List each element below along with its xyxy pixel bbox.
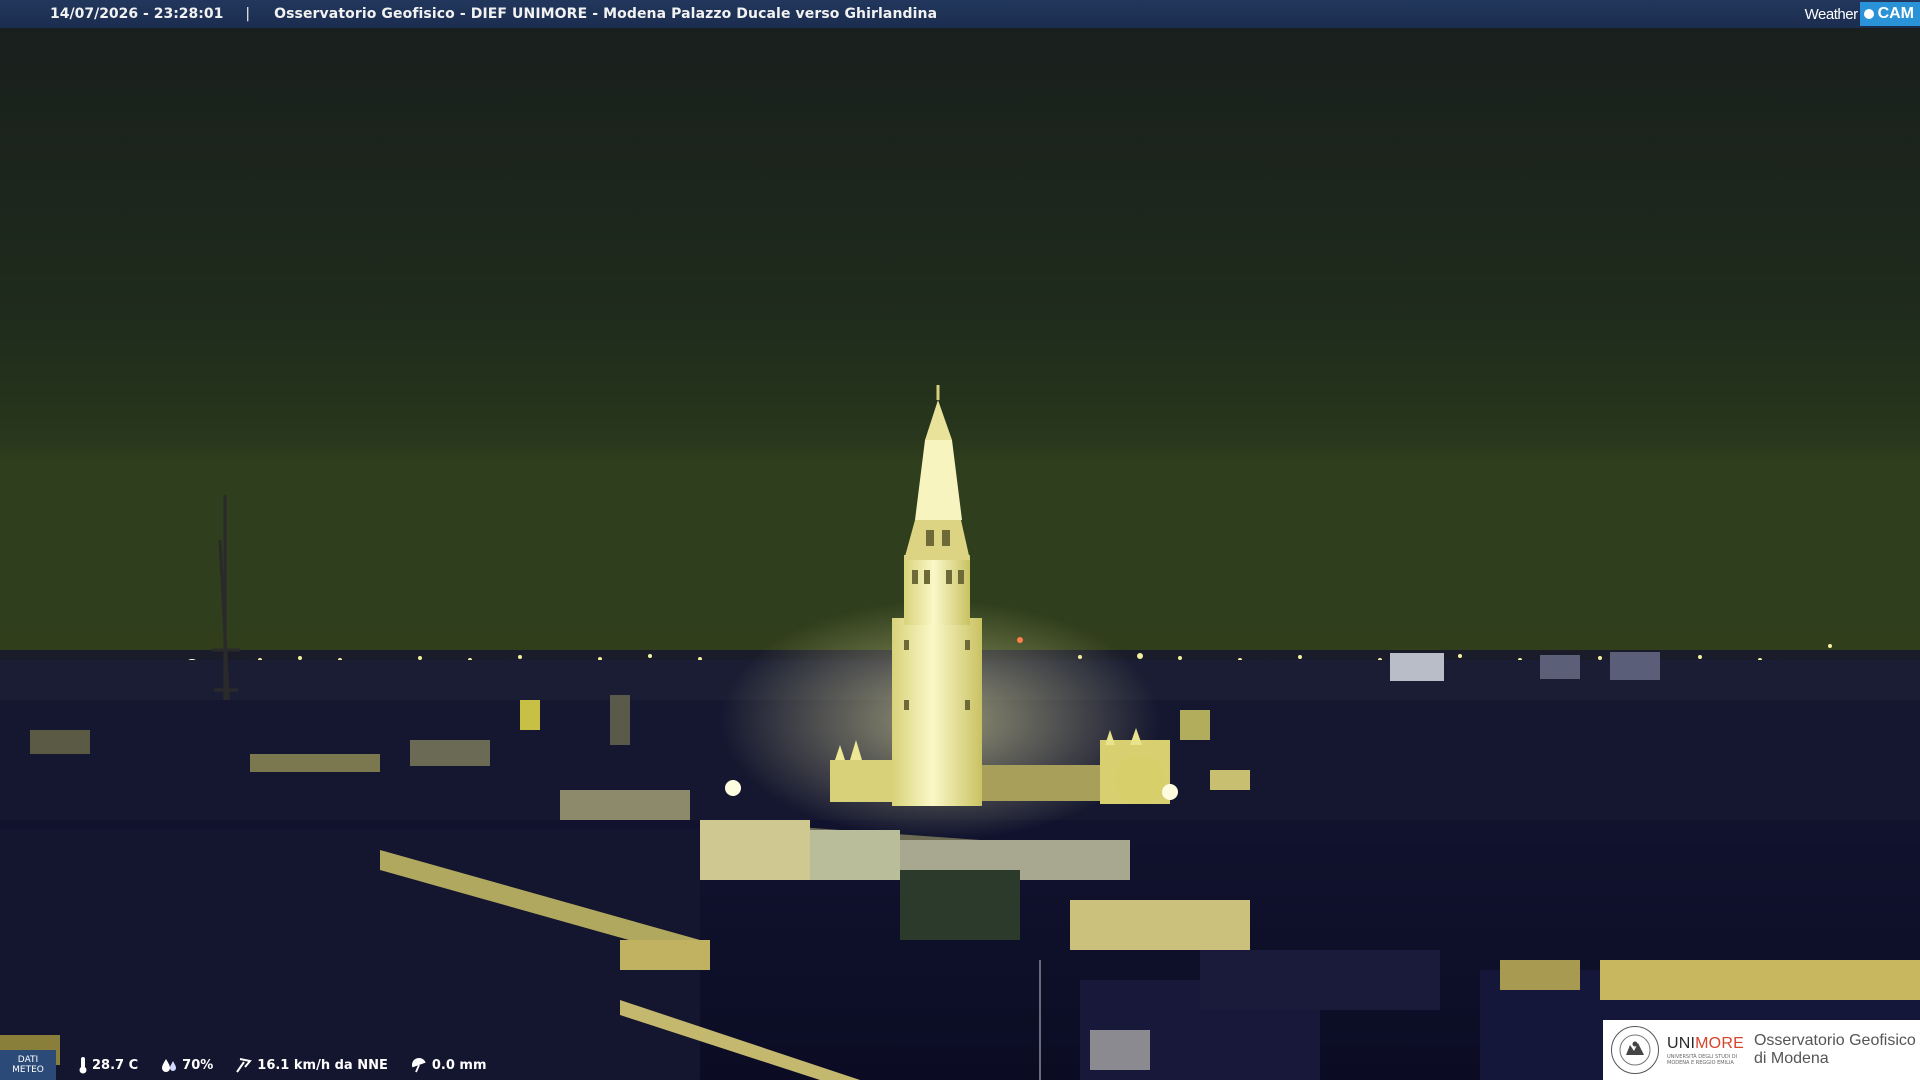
meteo-label: DATI METEO — [0, 1050, 56, 1080]
humidity-drops-icon — [162, 1059, 177, 1072]
temperature-reading: 28.7 C — [78, 1056, 138, 1074]
thermometer-icon — [79, 1057, 87, 1074]
humidity-value: 70% — [182, 1057, 214, 1073]
camera-caption: Osservatorio Geofisico - DIEF UNIMORE - … — [274, 6, 938, 22]
temperature-value: 28.7 C — [92, 1057, 139, 1073]
unimore-name: UNIMORE — [1667, 1035, 1744, 1053]
weathercam-logo: Weather CAM — [1805, 0, 1920, 28]
unimore-logo-panel: UNIMORE UNIVERSITÀ DEGLI STUDI DI MODENA… — [1603, 1020, 1920, 1080]
humidity-reading: 70% — [160, 1057, 213, 1073]
camera-lens-icon — [1863, 9, 1874, 19]
observatory-line1: Osservatorio Geofisico — [1753, 1032, 1916, 1049]
wind-direction-icon — [236, 1058, 253, 1073]
meteo-label-line1: DATI — [17, 1055, 39, 1065]
rain-value: 0.0 mm — [431, 1057, 487, 1073]
unimore-subtitle: UNIVERSITÀ DEGLI STUDI DI MODENA E REGGI… — [1667, 1054, 1744, 1066]
observatory-line2: di Modena — [1753, 1050, 1829, 1067]
rain-reading: 0.0 mm — [410, 1056, 487, 1074]
umbrella-icon — [411, 1058, 426, 1073]
university-seal-icon — [1611, 1026, 1659, 1074]
timestamp: 14/07/2026 - 23:28:01 — [50, 6, 224, 22]
wind-value: 16.1 km/h da NNE — [257, 1057, 388, 1073]
unimore-wordmark: UNIMORE UNIVERSITÀ DEGLI STUDI DI MODENA… — [1667, 1035, 1744, 1066]
weather-wordmark: Weather — [1804, 5, 1858, 23]
unimore-subtitle-line1: UNIVERSITÀ DEGLI STUDI DI — [1667, 1053, 1738, 1060]
observatory-name: Osservatorio Geofisico di Modena — [1754, 1032, 1916, 1068]
meteo-data-bar: DATI METEO 28.7 C 70% 16.1 km/h da NNE 0… — [0, 1050, 600, 1080]
cam-badge: CAM — [1859, 2, 1920, 26]
webcam-scene — [0, 0, 1920, 1080]
header-separator: | — [245, 6, 251, 22]
unimore-subtitle-line2: MODENA E REGGIO EMILIA — [1667, 1059, 1734, 1066]
unimore-suffix: MORE — [1695, 1034, 1744, 1052]
unimore-prefix: UNI — [1667, 1034, 1696, 1052]
meteo-label-line2: METEO — [12, 1065, 44, 1075]
wind-reading: 16.1 km/h da NNE — [235, 1056, 388, 1074]
webcam-header-bar: 14/07/2026 - 23:28:01 | Osservatorio Geo… — [0, 0, 1920, 28]
cam-wordmark: CAM — [1877, 5, 1914, 22]
